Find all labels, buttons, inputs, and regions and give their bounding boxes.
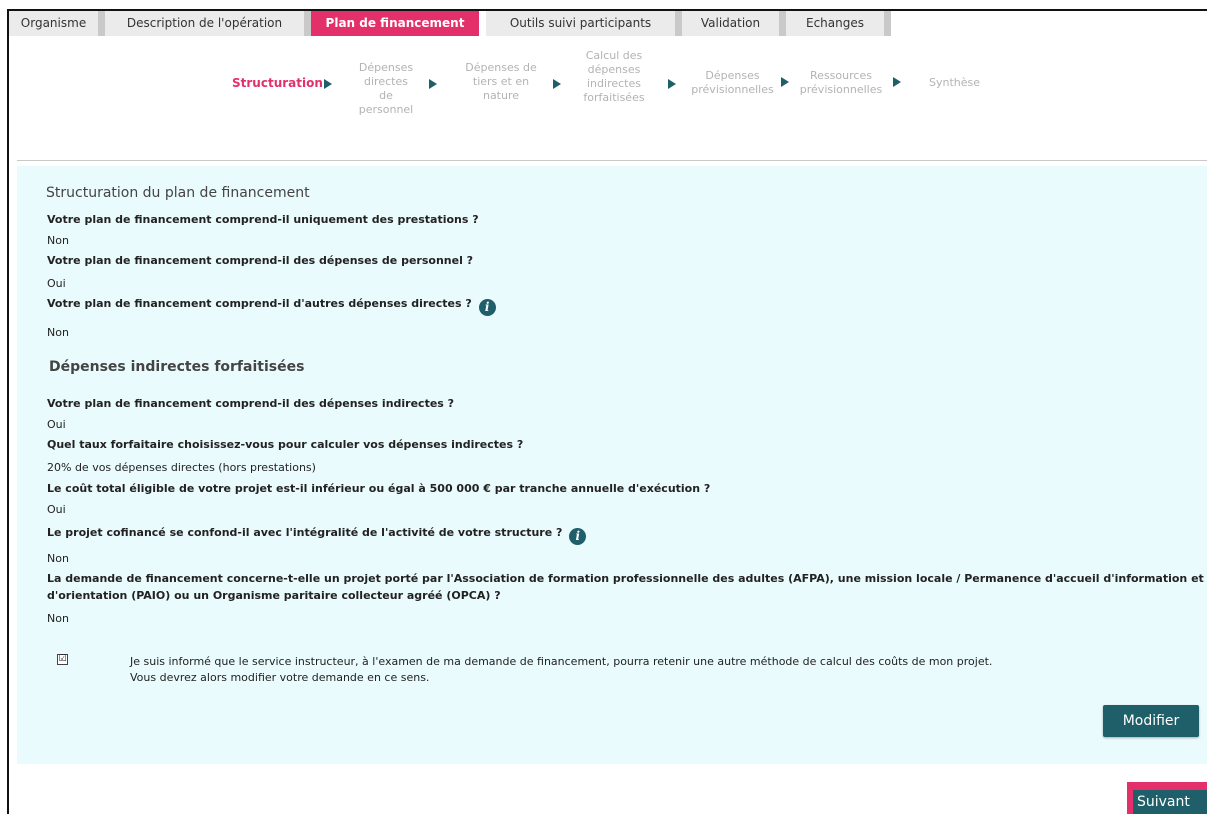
step-label-line: Ressources <box>810 69 872 82</box>
step-arrow-icon <box>781 77 789 87</box>
step-arrow-icon <box>324 79 332 89</box>
suivant-button-highlight: Suivant <box>1127 782 1207 814</box>
step-depenses-previsionnelles[interactable]: Dépenses prévisionnelles <box>685 69 780 97</box>
step-arrow-icon <box>429 79 437 89</box>
tab-description-operation[interactable]: Description de l'opération <box>105 11 311 36</box>
acknowledgement-line1: Je suis informé que le service instructe… <box>130 655 993 668</box>
section-title-structuration: Structuration du plan de financement <box>46 185 310 201</box>
step-label-line: Calcul des <box>585 49 643 62</box>
answer-depenses-personnel: Oui <box>47 277 66 290</box>
step-label-line: nature <box>482 89 520 102</box>
question-depenses-indirectes: Votre plan de financement comprend-il de… <box>47 397 455 410</box>
tab-validation[interactable]: Validation <box>682 11 786 36</box>
answer-autres-depenses-directes: Non <box>47 326 69 339</box>
main-tabs: Organisme Description de l'opération Pla… <box>9 11 891 36</box>
answer-cout-total: Oui <box>47 503 66 516</box>
tab-organisme[interactable]: Organisme <box>9 11 105 36</box>
step-label-line: indirectes <box>587 77 641 90</box>
answer-depenses-indirectes: Oui <box>47 418 66 431</box>
step-calcul-depenses-indirectes[interactable]: Calcul des dépenses indirectes forfaitis… <box>578 49 650 105</box>
tab-outils-suivi-participants[interactable]: Outils suivi participants <box>486 11 682 36</box>
question-afpa-line1: La demande de financement concerne-t-ell… <box>47 572 1204 585</box>
step-label-line: Dépenses <box>358 61 414 74</box>
step-label-line: Dépenses de <box>465 61 537 74</box>
financing-structure-panel: Structuration du plan de financement Vot… <box>17 166 1207 764</box>
step-structuration[interactable]: Structuration <box>232 76 323 90</box>
answer-prestations: Non <box>47 234 69 247</box>
step-label-line: directes de <box>364 75 408 102</box>
question-afpa-line2: d'orientation (PAIO) ou un Organisme par… <box>47 589 501 602</box>
step-label-line: Dépenses <box>705 69 760 82</box>
answer-afpa: Non <box>47 612 69 625</box>
frame-left-border <box>7 9 9 814</box>
question-prestations: Votre plan de financement comprend-il un… <box>47 213 479 226</box>
step-label-line: prévisionnelles <box>799 83 883 96</box>
section-title-depenses-indirectes: Dépenses indirectes forfaitisées <box>49 359 305 375</box>
question-taux-forfaitaire: Quel taux forfaitaire choisissez-vous po… <box>47 438 524 451</box>
step-ressources-previsionnelles[interactable]: Ressources prévisionnelles <box>795 69 887 97</box>
step-label-line: personnel <box>358 103 414 116</box>
info-icon[interactable]: i <box>478 299 496 316</box>
answer-projet-cofinance: Non <box>47 552 69 565</box>
step-arrow-icon <box>668 79 676 89</box>
acknowledgement-line2: Vous devrez alors modifier votre demande… <box>130 671 430 684</box>
question-depenses-personnel: Votre plan de financement comprend-il de… <box>47 254 474 267</box>
modifier-button[interactable]: Modifier <box>1103 705 1199 737</box>
financing-stepper: Structuration Dépenses directes de perso… <box>0 46 1207 126</box>
step-arrow-icon <box>553 79 561 89</box>
step-label-line: tiers et en <box>472 75 530 88</box>
step-depenses-tiers-nature[interactable]: Dépenses de tiers et en nature <box>462 61 540 103</box>
acknowledgement-checkbox-icon[interactable]: ☑ <box>57 654 68 665</box>
question-text: Votre plan de financement comprend-il d'… <box>47 297 472 310</box>
question-cout-total: Le coût total éligible de votre projet e… <box>47 482 711 495</box>
answer-taux-forfaitaire: 20% de vos dépenses directes (hors prest… <box>47 461 316 474</box>
question-text: Le projet cofinancé se confond-il avec l… <box>47 526 563 539</box>
tab-plan-de-financement[interactable]: Plan de financement <box>311 11 486 36</box>
question-projet-cofinance: Le projet cofinancé se confond-il avec l… <box>47 526 587 545</box>
suivant-button[interactable]: Suivant <box>1133 790 1207 814</box>
step-arrow-icon <box>893 77 901 87</box>
info-icon[interactable]: i <box>569 528 587 545</box>
stepper-divider <box>17 160 1207 161</box>
tab-echanges[interactable]: Echanges <box>786 11 891 36</box>
step-depenses-directes-personnel[interactable]: Dépenses directes de personnel <box>356 61 416 117</box>
question-autres-depenses-directes: Votre plan de financement comprend-il d'… <box>47 297 496 316</box>
step-synthese[interactable]: Synthèse <box>929 76 980 90</box>
step-label-line: dépenses <box>587 63 641 76</box>
step-label-line: forfaitisées <box>583 91 645 104</box>
step-label-line: prévisionnelles <box>691 83 774 96</box>
